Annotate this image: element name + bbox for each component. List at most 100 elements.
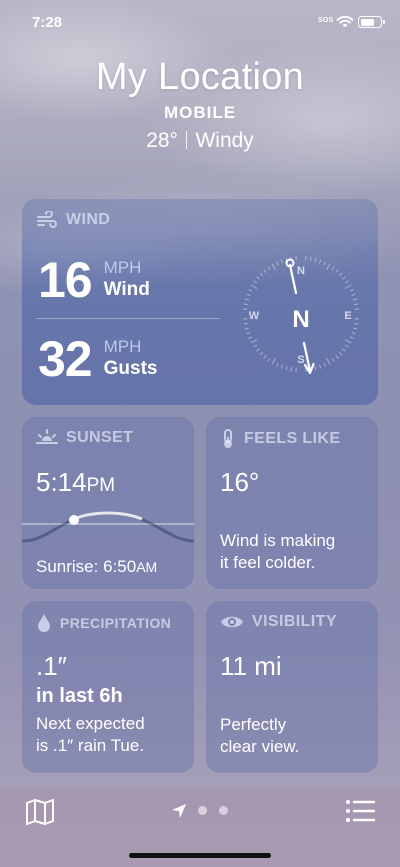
sunrise-info: Sunrise: 6:50AM bbox=[36, 556, 157, 578]
sunset-title: SUNSET bbox=[66, 429, 134, 446]
compass-tick bbox=[338, 272, 343, 277]
compass-tick bbox=[276, 261, 279, 266]
compass-east: E bbox=[344, 310, 351, 322]
sunrise-ampm: AM bbox=[136, 559, 158, 575]
compass-tick bbox=[314, 366, 317, 371]
wind-gusts-label: Gusts bbox=[103, 357, 158, 379]
compass-tick bbox=[250, 284, 258, 289]
visibility-card-header: VISIBILITY bbox=[220, 613, 337, 631]
compass-tick bbox=[285, 366, 288, 371]
sun-path-graph bbox=[22, 511, 194, 543]
sunrise-label: Sunrise: 6:50 bbox=[36, 557, 137, 576]
compass-tick bbox=[243, 322, 248, 325]
compass-tick bbox=[344, 339, 352, 344]
compass-tick bbox=[349, 289, 354, 292]
feels-like-desc-line2: it feel colder. bbox=[220, 553, 316, 572]
visibility-desc-line2: clear view. bbox=[220, 737, 300, 756]
page-dot[interactable] bbox=[198, 806, 207, 815]
compass-tick bbox=[344, 284, 352, 289]
wind-speed-label: Wind bbox=[103, 278, 150, 300]
compass-north: N bbox=[297, 265, 305, 277]
compass-tick bbox=[353, 327, 358, 330]
precipitation-period: in last 6h bbox=[36, 685, 123, 707]
wind-icon bbox=[37, 211, 57, 228]
compass-tick bbox=[354, 303, 359, 306]
compass-tick bbox=[344, 344, 349, 348]
compass-tick bbox=[326, 357, 331, 365]
wind-gusts-value: 32 bbox=[38, 331, 93, 387]
wifi-icon bbox=[336, 15, 354, 28]
compass-tick bbox=[326, 263, 331, 271]
eye-icon bbox=[221, 616, 243, 628]
wind-card-header: WIND bbox=[36, 211, 110, 229]
compass-tick bbox=[253, 344, 258, 348]
wind-speed-unit: MPH bbox=[103, 258, 142, 278]
compass-tick bbox=[248, 336, 253, 339]
location-arrow-icon[interactable] bbox=[171, 803, 187, 819]
precipitation-desc-line2: is .1″ rain Tue. bbox=[36, 736, 145, 755]
compass-tick bbox=[246, 293, 251, 297]
visibility-value: 11 mi bbox=[220, 651, 282, 681]
compass-tick bbox=[276, 362, 279, 367]
map-icon[interactable] bbox=[25, 799, 55, 825]
wind-gusts-unit: MPH bbox=[103, 337, 142, 357]
feels-like-value: 16° bbox=[220, 467, 260, 497]
wind-card[interactable]: WIND 16 MPH Wind 32 MPH Gusts N S E W N bbox=[22, 199, 378, 405]
sunset-time-value: 5:14 bbox=[36, 467, 87, 497]
feels-like-description: Wind is making it feel colder. bbox=[220, 530, 335, 574]
compass-tick bbox=[256, 276, 260, 280]
compass-tick bbox=[267, 357, 271, 362]
feels-like-card-header: FEELS LIKE bbox=[220, 429, 340, 449]
precipitation-card-header: PRECIPITATION bbox=[36, 613, 171, 633]
compass-tick bbox=[344, 280, 349, 284]
precipitation-title: PRECIPITATION bbox=[60, 615, 172, 631]
page-dot[interactable] bbox=[219, 806, 228, 815]
compass-tick bbox=[248, 289, 253, 292]
raindrop-icon bbox=[38, 614, 50, 632]
city-name: MOBILE bbox=[163, 103, 237, 122]
compass-tick bbox=[335, 355, 339, 359]
wind-divider bbox=[36, 318, 220, 319]
wind-gusts-row: 32 MPH Gusts bbox=[38, 330, 157, 388]
compass-tick bbox=[244, 298, 249, 301]
compass-tick bbox=[314, 257, 317, 262]
precipitation-description: Next expected is .1″ rain Tue. bbox=[36, 713, 145, 757]
compass-center-label: N bbox=[292, 306, 309, 333]
compass-tick bbox=[259, 272, 264, 277]
compass-tick bbox=[331, 357, 335, 362]
wind-speed-value: 16 bbox=[38, 252, 93, 308]
precipitation-amount: .1″ bbox=[36, 651, 67, 681]
compass-tick bbox=[323, 362, 326, 367]
compass-tick bbox=[290, 367, 293, 372]
list-icon[interactable] bbox=[345, 799, 375, 823]
compass-tick bbox=[271, 263, 276, 271]
precipitation-card[interactable]: PRECIPITATION .1″ in last 6h Next expect… bbox=[22, 601, 194, 773]
compass-tick bbox=[280, 364, 284, 369]
sunset-card-header: SUNSET bbox=[36, 429, 133, 447]
wind-speed-row: 16 MPH Wind bbox=[38, 251, 150, 309]
visibility-title: VISIBILITY bbox=[252, 613, 337, 630]
sunset-card[interactable]: SUNSET 5:14PM Sunrise: 6:50AM bbox=[22, 417, 194, 589]
feels-like-title: FEELS LIKE bbox=[244, 430, 341, 447]
visibility-card[interactable]: VISIBILITY 11 mi Perfectly clear view. bbox=[206, 601, 378, 773]
wind-title: WIND bbox=[66, 211, 111, 228]
compass-tick bbox=[246, 331, 251, 335]
wind-compass: N S E W N bbox=[243, 256, 359, 375]
compass-tick bbox=[318, 259, 322, 264]
sunset-ampm: PM bbox=[86, 475, 116, 496]
sos-indicator: SOS bbox=[318, 17, 334, 24]
feels-like-card[interactable]: FEELS LIKE 16° Wind is making it feel co… bbox=[206, 417, 378, 589]
compass-tick bbox=[250, 339, 258, 344]
visibility-description: Perfectly clear view. bbox=[220, 714, 299, 758]
compass-tick bbox=[263, 269, 267, 273]
current-conditions: 28° Windy bbox=[0, 129, 400, 153]
status-bar: 7:28 SOS bbox=[0, 0, 400, 44]
compass-tick bbox=[323, 261, 326, 266]
home-indicator bbox=[129, 853, 271, 858]
compass-tick bbox=[263, 355, 267, 359]
compass-tick bbox=[256, 348, 260, 352]
status-time: 7:28 bbox=[32, 14, 63, 31]
compass-tick bbox=[342, 348, 346, 352]
compass-tick bbox=[309, 256, 312, 261]
compass-tick bbox=[354, 322, 359, 325]
